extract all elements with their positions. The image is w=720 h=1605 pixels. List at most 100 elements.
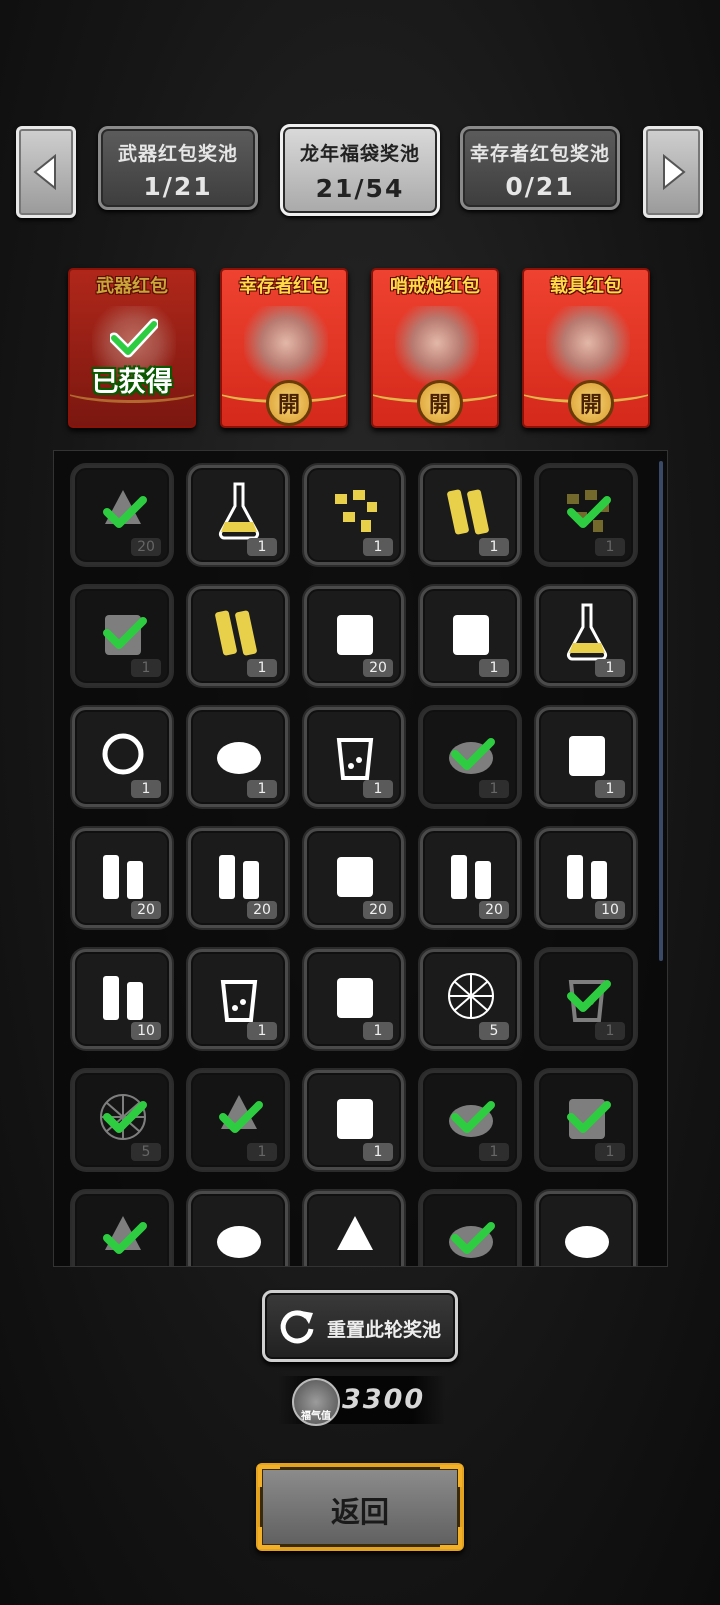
item-count: 5 (479, 1022, 509, 1040)
item-count: 1 (363, 780, 393, 798)
drink-glass-icon (220, 980, 258, 1022)
item-count: 1 (247, 780, 277, 798)
battery-icon (103, 855, 143, 899)
item-count: 20 (247, 901, 277, 919)
reward-item[interactable]: 1 (420, 707, 520, 807)
check-icon (451, 738, 495, 770)
reward-item[interactable] (304, 1191, 404, 1266)
reward-item[interactable]: 10 (72, 949, 172, 1049)
envelope-name: 哨戒炮红包 (390, 276, 480, 297)
prev-pool-button[interactable] (16, 126, 76, 218)
check-icon (219, 1101, 263, 1133)
obtained-label: 已获得 (91, 367, 173, 398)
reward-item[interactable]: 1 (188, 707, 288, 807)
refresh-icon (280, 1310, 314, 1344)
reward-item[interactable]: 20 (188, 828, 288, 928)
tab-count: 21/54 (315, 174, 405, 203)
reward-item[interactable]: 20 (72, 828, 172, 928)
ring-icon (102, 733, 144, 775)
vase-icon (566, 603, 608, 661)
reward-item[interactable]: 1 (536, 707, 636, 807)
reward-item[interactable]: 5 (420, 949, 520, 1049)
fortune-icon-text: 福气值 (301, 1411, 331, 1422)
reward-item[interactable]: 1 (304, 1070, 404, 1170)
reward-item[interactable]: 1 (304, 465, 404, 565)
reward-item[interactable]: 1 (420, 1070, 520, 1170)
item-count: 1 (247, 538, 277, 556)
item-count: 10 (131, 1022, 161, 1040)
tab-weapon-pool[interactable]: 武器红包奖池 1/21 (98, 126, 258, 210)
syringe-icon (337, 1216, 373, 1250)
envelope-name: 幸存者红包 (239, 276, 329, 297)
open-seal-icon: 開 (417, 380, 463, 426)
rifle-ammo-icon (451, 855, 491, 899)
fuel-barrel-icon (337, 857, 373, 897)
reward-item[interactable]: 1 (72, 707, 172, 807)
reward-item[interactable]: 1 (188, 949, 288, 1049)
triangle-left-icon (33, 153, 56, 191)
envelope-sentry-gun[interactable]: 哨戒炮红包 開 (371, 268, 499, 428)
reward-item[interactable]: 1 (304, 949, 404, 1049)
reward-item[interactable]: 5 (72, 1070, 172, 1170)
reward-item[interactable]: 1 (536, 949, 636, 1049)
shotgun-shells-icon (567, 855, 607, 899)
item-count: 1 (479, 659, 509, 677)
reward-item[interactable]: 1 (188, 586, 288, 686)
item-count: 1 (247, 659, 277, 677)
open-seal-icon: 開 (266, 380, 312, 426)
envelope-vehicle[interactable]: 载具红包 開 (522, 268, 650, 428)
reward-item[interactable]: 20 (304, 828, 404, 928)
reward-item[interactable]: 1 (188, 1070, 288, 1170)
net-trap-icon (448, 973, 494, 1019)
fortune-value: 3300 (342, 1384, 426, 1415)
reward-item[interactable]: 20 (420, 828, 520, 928)
tab-label: 幸存者红包奖池 (469, 143, 610, 165)
reward-item[interactable]: 1 (72, 586, 172, 686)
back-button[interactable]: 返回 (256, 1463, 464, 1551)
item-count: 20 (131, 538, 161, 556)
tab-survivor-pool[interactable]: 幸存者红包奖池 0/21 (460, 126, 620, 210)
item-count: 1 (595, 780, 625, 798)
check-icon (567, 980, 611, 1012)
tab-count: 0/21 (505, 172, 575, 201)
reward-item[interactable]: 10 (536, 828, 636, 928)
gold-bars-icon (453, 615, 489, 655)
corner-ornament (440, 1527, 462, 1549)
reward-item[interactable] (536, 1191, 636, 1266)
chopsticks-icon (215, 610, 257, 656)
reward-item[interactable] (420, 1191, 520, 1266)
reward-item[interactable]: 1 (536, 465, 636, 565)
reward-grid[interactable]: 20 1 1 1 1 1 1 20 1 1 1 1 1 1 1 20 20 20 20 10 10 1 1 5 1 5 1 1 1 1 (53, 450, 668, 1267)
reward-item[interactable]: 1 (420, 586, 520, 686)
gold-wood-icon (447, 489, 489, 535)
next-pool-button[interactable] (643, 126, 703, 218)
reward-item[interactable]: 1 (536, 1070, 636, 1170)
reward-item[interactable] (72, 1191, 172, 1266)
flask-icon (218, 482, 260, 540)
tab-label: 龙年福袋奖池 (299, 143, 420, 165)
corner-ornament (440, 1465, 462, 1487)
item-count: 1 (595, 1022, 625, 1040)
reset-pool-button[interactable]: 重置此轮奖池 (262, 1290, 458, 1362)
reward-item[interactable]: 20 (72, 465, 172, 565)
item-count: 1 (595, 538, 625, 556)
check-icon (110, 318, 158, 358)
envelope-survivor[interactable]: 幸存者红包 開 (220, 268, 348, 428)
item-count: 5 (131, 1143, 161, 1161)
item-count: 1 (363, 1143, 393, 1161)
meat-icon (217, 1226, 261, 1258)
item-count: 20 (363, 659, 393, 677)
check-icon (567, 1101, 611, 1133)
reward-item[interactable]: 1 (304, 707, 404, 807)
reward-item[interactable]: 1 (188, 465, 288, 565)
envelope-weapon[interactable]: 武器红包 已获得 (68, 268, 196, 428)
tab-count: 1/21 (143, 172, 213, 201)
reward-item[interactable] (188, 1191, 288, 1266)
scrollbar[interactable] (659, 461, 663, 961)
reward-item[interactable]: 20 (304, 586, 404, 686)
reward-item[interactable]: 1 (420, 465, 520, 565)
reward-item[interactable]: 1 (536, 586, 636, 686)
tab-dragon-year-pool[interactable]: 龙年福袋奖池 21/54 (280, 124, 440, 216)
check-icon (103, 1101, 147, 1133)
check-icon (103, 617, 147, 649)
